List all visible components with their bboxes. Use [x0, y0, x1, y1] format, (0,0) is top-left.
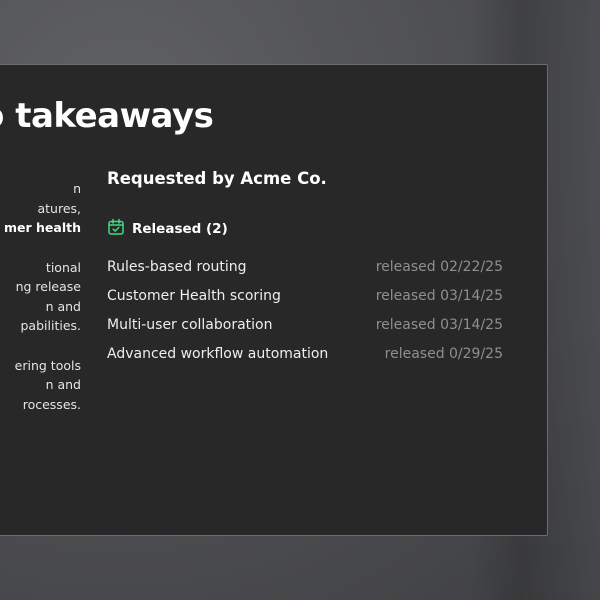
item-release-date: released 02/22/25 [375, 258, 503, 275]
left-line: tional [45, 259, 81, 275]
item-name: Rules-based routing [107, 258, 247, 275]
left-line-bold: mer health [4, 220, 81, 235]
list-item: Customer Health scoring released 03/14/2… [107, 281, 503, 310]
requested-by-heading: Requested by Acme Co. [107, 169, 327, 188]
item-name: Advanced workflow automation [107, 345, 329, 362]
page-title: o takeaways [0, 96, 214, 136]
left-line: ering tools [14, 357, 81, 373]
item-release-date: released 03/14/25 [375, 287, 503, 304]
list-item: Rules-based routing released 02/22/25 [107, 252, 503, 281]
left-line: n and [45, 298, 81, 314]
takeaways-card: o takeaways n atures, mer health tional … [0, 64, 548, 536]
released-section-header: Released (2) [107, 218, 228, 240]
left-line: n and [45, 377, 81, 392]
released-label: Released (2) [132, 221, 228, 237]
left-line: ng release [15, 279, 81, 294]
left-column-text: n atures, mer health tional ng release n… [0, 179, 81, 414]
left-line: atures, [37, 200, 81, 216]
list-item: Multi-user collaboration released 03/14/… [107, 310, 503, 339]
released-items-list: Rules-based routing released 02/22/25 Cu… [107, 252, 503, 368]
item-release-date: released 0/29/25 [384, 345, 503, 362]
item-name: Customer Health scoring [107, 287, 281, 304]
item-name: Multi-user collaboration [107, 316, 273, 333]
calendar-check-icon [107, 218, 125, 240]
left-line: n [73, 181, 81, 196]
left-line: rocesses. [22, 396, 81, 412]
list-item: Advanced workflow automation released 0/… [107, 339, 503, 368]
item-release-date: released 03/14/25 [375, 316, 503, 333]
left-line: pabilities. [20, 318, 82, 333]
